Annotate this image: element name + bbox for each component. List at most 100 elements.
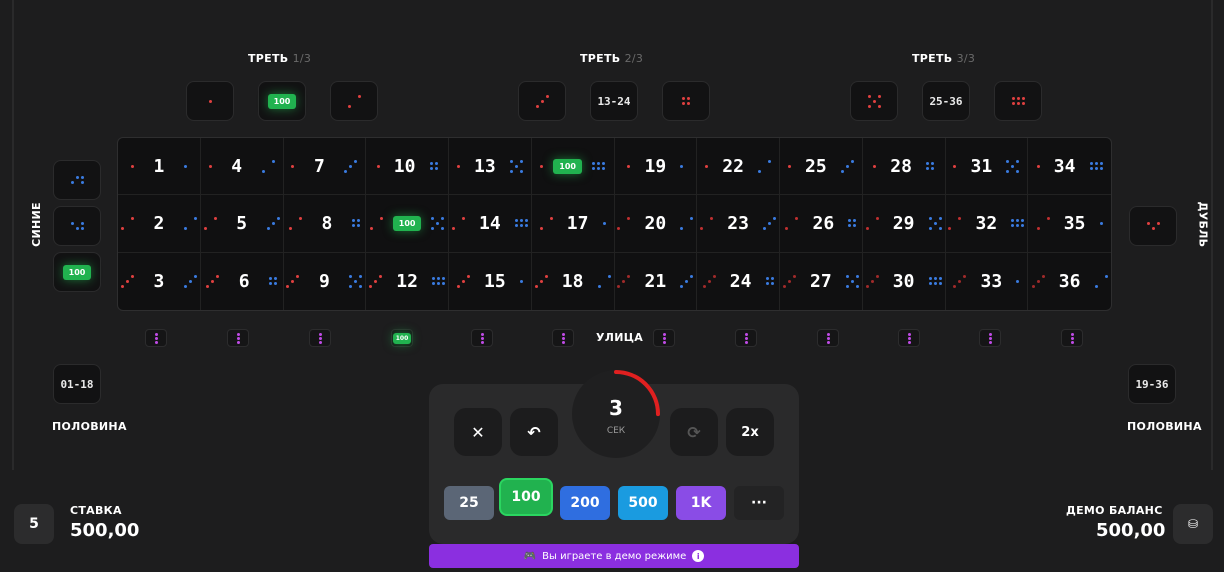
third-2-label: ТРЕТЬ 2/3 (580, 52, 644, 65)
dot-pattern-icon (261, 159, 275, 173)
board-cell[interactable]: 35 (1028, 195, 1111, 253)
board-cell[interactable]: 36 (1028, 253, 1111, 310)
board-cell[interactable]: 5 (200, 195, 284, 253)
board-cell[interactable]: 1 (118, 138, 201, 196)
dot-pattern-icon (873, 164, 877, 168)
chip-200[interactable]: 200 (560, 486, 610, 520)
double-bet[interactable] (1129, 206, 1177, 246)
board-cell[interactable]: 25 (780, 138, 863, 196)
board-cell[interactable]: 31 (945, 138, 1029, 196)
undo-button[interactable]: ↶ (510, 408, 558, 456)
street-bet[interactable] (552, 329, 574, 347)
board-cell[interactable]: 8 (283, 195, 367, 253)
board-cell[interactable]: 3 (118, 252, 201, 310)
board-cell[interactable]: 34 (1028, 138, 1111, 196)
board-cell[interactable]: 13 (449, 138, 532, 196)
board-cell[interactable]: 26 (780, 195, 863, 253)
third-3-bet-3[interactable] (994, 81, 1042, 121)
dot-pattern-icon (617, 274, 631, 288)
board-cell[interactable]: 10 (366, 138, 449, 196)
dot-pattern-icon (705, 164, 709, 168)
board-cell[interactable]: 4 (200, 138, 284, 196)
info-icon[interactable]: i (692, 550, 705, 562)
board-cell[interactable]: 28 (862, 138, 946, 196)
street-bet[interactable] (1061, 329, 1083, 347)
cell-number: 3 (153, 270, 165, 292)
board-cell[interactable]: 24 (697, 252, 780, 310)
dot-pattern-icon (953, 164, 957, 168)
board-cell[interactable]: 18 (532, 252, 615, 310)
chip-25[interactable]: 25 (444, 486, 494, 520)
street-bet[interactable] (898, 329, 920, 347)
board-cell[interactable]: 14 (449, 195, 532, 253)
street-bet[interactable] (979, 329, 1001, 347)
board-cell[interactable]: 17 (531, 195, 615, 253)
third-2-bet-2[interactable]: 13-24 (590, 81, 638, 121)
street-bet[interactable] (145, 329, 167, 347)
board-cell[interactable]: 27 (780, 252, 863, 310)
double-button[interactable]: 2x (726, 408, 774, 456)
board-cell[interactable]: 21 (615, 252, 698, 310)
board-cell[interactable]: 23 (697, 195, 780, 253)
board-cell[interactable]: 19 (614, 138, 698, 196)
blue-bet-3[interactable]: 100 (53, 252, 101, 292)
half-right-button[interactable]: 19-36 (1128, 364, 1176, 404)
street-bet[interactable]: 100 (391, 329, 413, 347)
dot-pattern-icon (948, 216, 962, 230)
blue-bet-2[interactable] (53, 206, 101, 246)
frame-left (12, 0, 14, 470)
street-bet[interactable] (227, 329, 249, 347)
repeat-button[interactable]: ⟳ (670, 408, 718, 456)
board-cell[interactable]: 7 (283, 138, 367, 196)
dot-pattern-icon (183, 274, 197, 288)
dot-pattern-icon (369, 274, 383, 288)
cell-number: 18 (561, 270, 584, 292)
board-cell[interactable]: 2 (118, 195, 201, 253)
more-chips-button[interactable]: ··· (734, 486, 784, 520)
dot-pattern-icon (535, 94, 549, 108)
cell-number: 28 (890, 155, 912, 177)
third-2-bet-1[interactable] (518, 81, 566, 121)
board-cell[interactable]: 9 (284, 252, 367, 310)
chip-badge: 100 (392, 215, 422, 231)
street-bet[interactable] (309, 329, 331, 347)
board-cell[interactable]: 32 (945, 195, 1029, 253)
chip-500[interactable]: 500 (618, 486, 668, 520)
dot-pattern-icon (369, 216, 383, 230)
board-cell[interactable]: 29 (862, 195, 946, 253)
third-2-bet-3[interactable] (662, 81, 710, 121)
chip-100[interactable]: 100 (501, 480, 551, 514)
cell-number: 36 (1058, 270, 1081, 292)
coins-icon[interactable]: ⛁ (1173, 504, 1213, 544)
board-cell[interactable]: 100 (531, 138, 615, 196)
street-bet[interactable] (471, 329, 493, 347)
cell-number: 12 (396, 270, 418, 292)
dot-pattern-icon (765, 277, 774, 286)
cell-number: 31 (970, 155, 993, 177)
board-cell[interactable]: 12 (366, 252, 449, 310)
third-1-bet-1[interactable] (186, 81, 234, 121)
half-left-button[interactable]: 01-18 (53, 364, 101, 404)
board-cell[interactable]: 30 (863, 252, 946, 310)
balance-label: ДЕМО БАЛАНС (1066, 504, 1163, 517)
chip-1K[interactable]: 1K (676, 486, 726, 520)
dot-pattern-icon (826, 332, 830, 344)
street-bet[interactable] (653, 329, 675, 347)
dot-pattern-icon (1031, 274, 1045, 288)
dot-pattern-icon (432, 277, 446, 286)
half-left-label: ПОЛОВИНА (52, 420, 127, 433)
board-cell[interactable]: 33 (946, 252, 1029, 310)
third-1-bet-2[interactable]: 100 (258, 81, 306, 121)
street-bet[interactable] (817, 329, 839, 347)
clear-button[interactable]: ✕ (454, 408, 502, 456)
board-cell[interactable]: 15 (449, 252, 532, 310)
board-cell[interactable]: 20 (614, 195, 698, 253)
board-cell[interactable]: 6 (201, 252, 284, 310)
street-bet[interactable] (735, 329, 757, 347)
third-3-bet-2[interactable]: 25-36 (922, 81, 970, 121)
third-3-bet-1[interactable] (850, 81, 898, 121)
board-cell[interactable]: 22 (697, 138, 780, 196)
blue-bet-1[interactable] (53, 160, 101, 200)
board-cell[interactable]: 100 (366, 195, 449, 253)
third-1-bet-3[interactable] (330, 81, 378, 121)
